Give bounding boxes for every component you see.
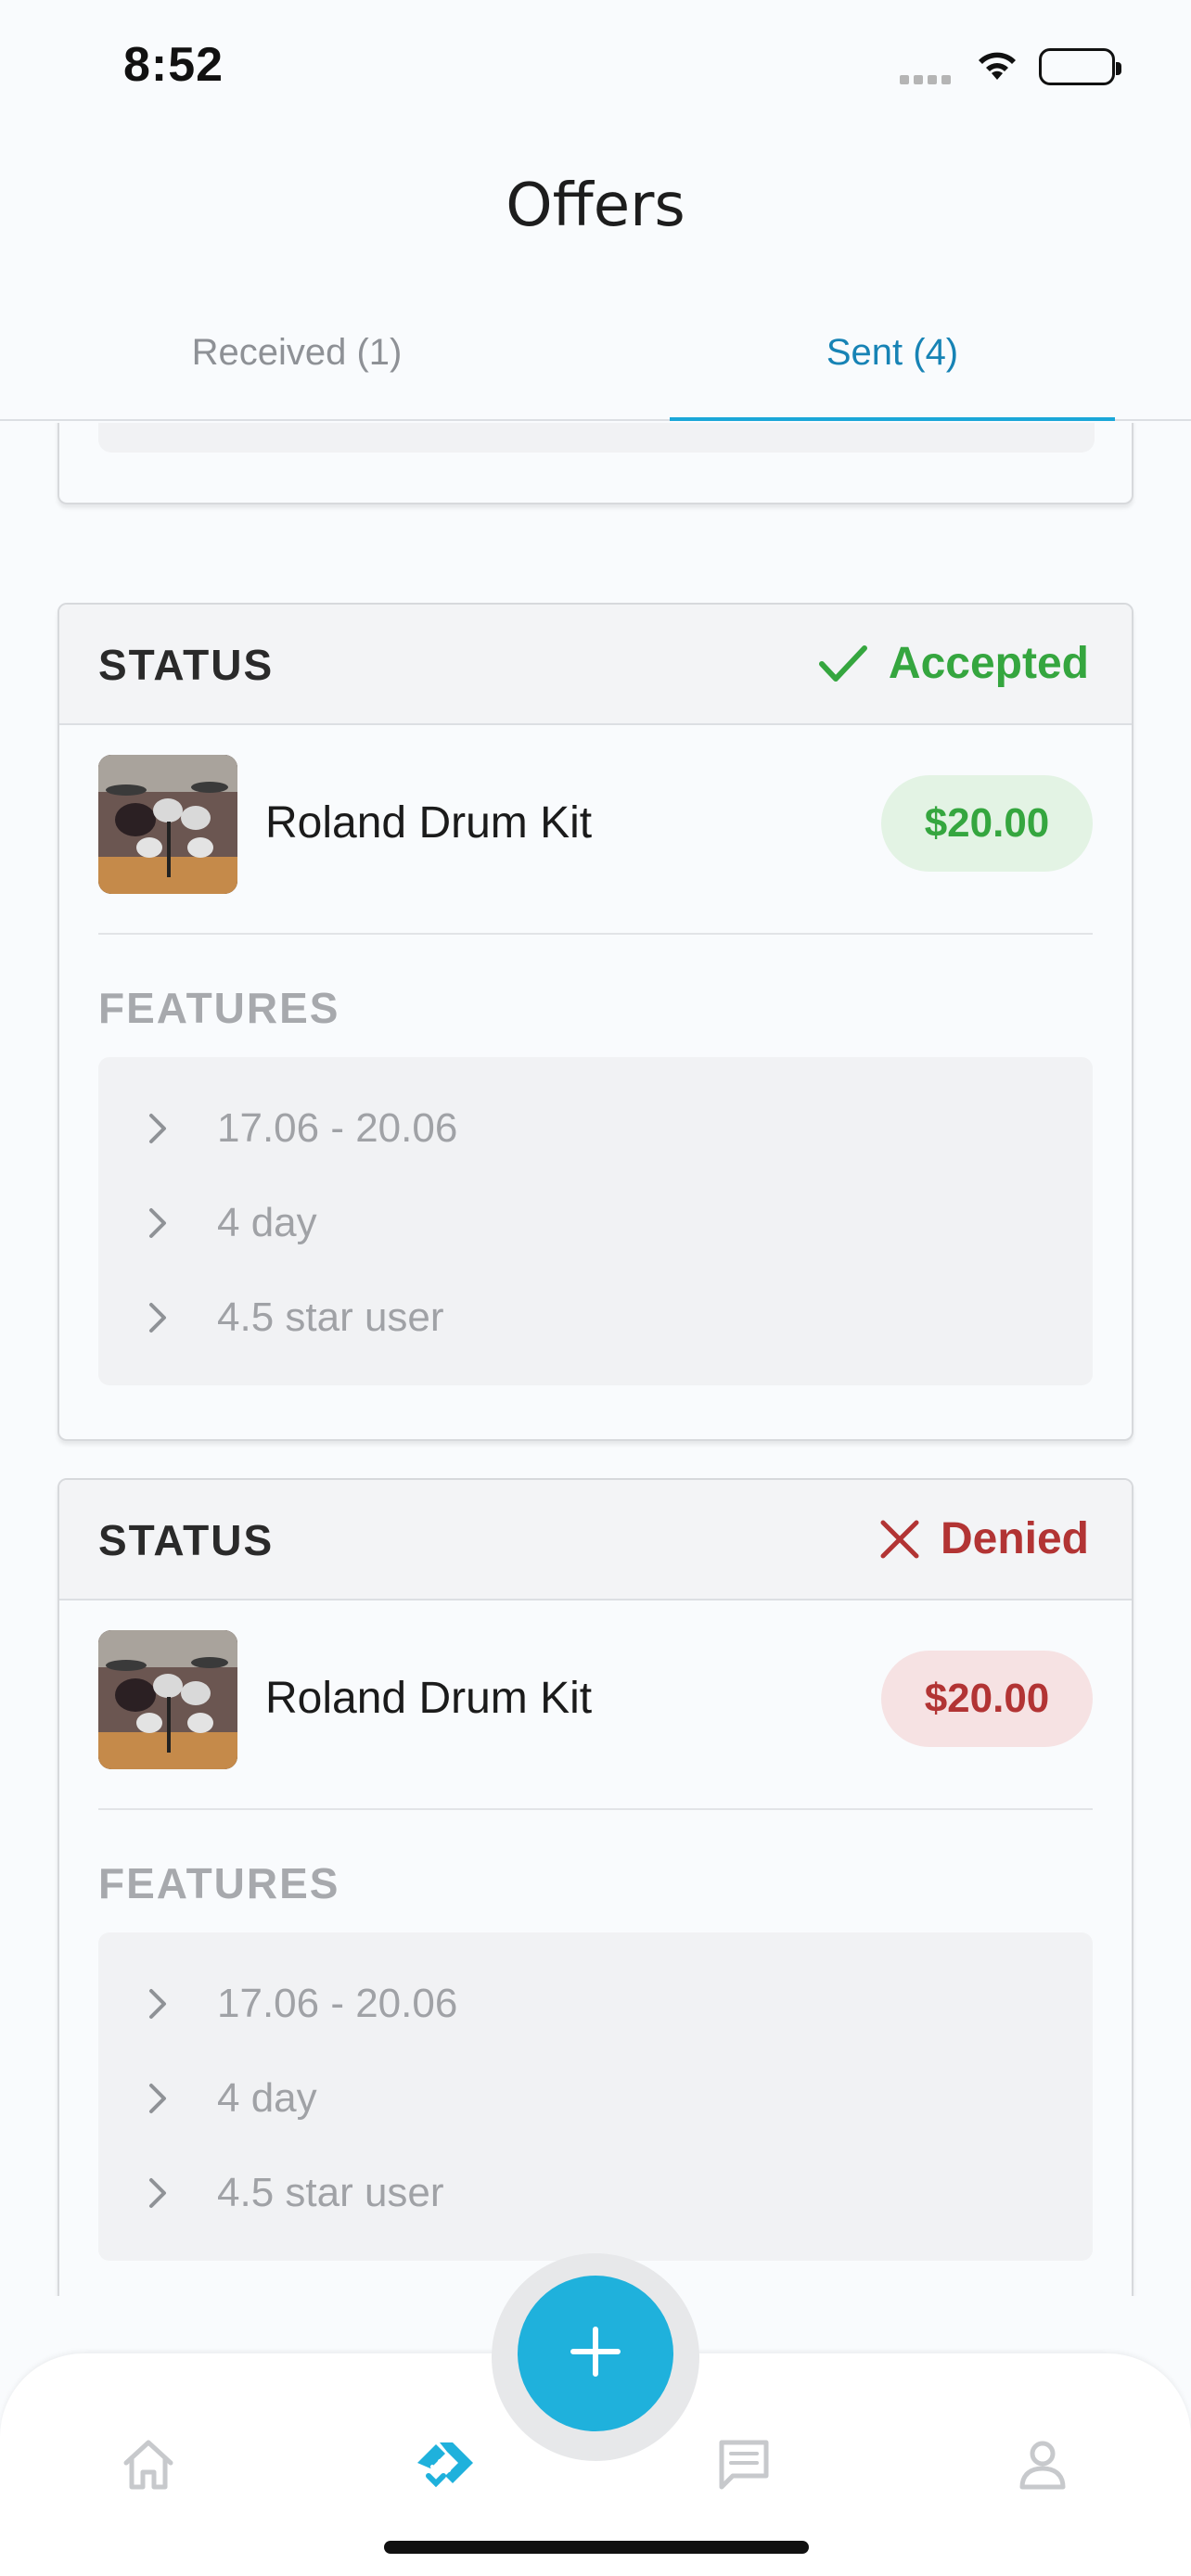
- feature-item: 17.06 - 20.06: [98, 1957, 1093, 2051]
- status-value: Denied: [879, 1513, 1089, 1564]
- chevron-right-icon: [147, 1112, 174, 1145]
- item-name: Roland Drum Kit: [265, 1674, 593, 1723]
- item-name: Roland Drum Kit: [265, 798, 593, 848]
- features-list: 17.06 - 20.06 4 day 4.5 star user: [98, 1932, 1093, 2261]
- chevron-right-icon: [147, 1987, 174, 2021]
- feature-item: 4.5 star user: [98, 1270, 1093, 1365]
- chevron-right-icon: [147, 1301, 174, 1334]
- check-icon: [818, 644, 868, 684]
- offer-card[interactable]: STATUS Accepted Roland Drum Kit $20.00 F…: [58, 603, 1133, 1441]
- nav-messages[interactable]: [707, 2429, 781, 2504]
- feature-text: 4 day: [217, 1200, 317, 1245]
- wifi-icon: [974, 46, 1020, 88]
- nav-profile[interactable]: [1005, 2429, 1080, 2504]
- close-icon: [879, 1519, 920, 1560]
- page-title: Offers: [506, 172, 685, 240]
- status-bar: 8:52: [0, 0, 1191, 130]
- offer-item-row[interactable]: Roland Drum Kit $20.00: [98, 1600, 1093, 1810]
- status-value: Accepted: [818, 638, 1089, 689]
- offer-item-row[interactable]: Roland Drum Kit $20.00: [98, 725, 1093, 935]
- status-time: 8:52: [123, 38, 224, 92]
- tab-sent[interactable]: Sent (4): [670, 315, 1115, 421]
- add-offer-button[interactable]: [518, 2276, 673, 2431]
- signal-icon: [900, 72, 957, 84]
- status-label: STATUS: [98, 1516, 275, 1564]
- status-text: Denied: [940, 1514, 1089, 1563]
- feature-text: 17.06 - 20.06: [217, 1981, 458, 2026]
- chevron-right-icon: [147, 1206, 174, 1240]
- offer-card[interactable]: STATUS Denied Roland Drum Kit $20.00 FEA…: [58, 1478, 1133, 2296]
- item-thumbnail: [98, 1630, 237, 1769]
- home-icon: [119, 2435, 178, 2499]
- features-list: 17.06 - 20.06 4 day 4.5 star user: [98, 1057, 1093, 1385]
- plus-icon: [568, 2324, 623, 2384]
- offer-card-partial[interactable]: [58, 423, 1133, 504]
- feature-item: 4 day: [98, 2051, 1093, 2146]
- chevron-right-icon: [147, 2082, 174, 2115]
- feature-item: 4 day: [98, 1176, 1093, 1270]
- offer-status-header: STATUS Denied: [59, 1480, 1132, 1600]
- feature-text: 17.06 - 20.06: [217, 1105, 458, 1151]
- features-title: FEATURES: [98, 1859, 340, 1907]
- offers-list[interactable]: STATUS Accepted Roland Drum Kit $20.00 F…: [0, 423, 1191, 2296]
- chat-icon: [714, 2435, 774, 2499]
- status-label: STATUS: [98, 641, 275, 689]
- nav-home[interactable]: [111, 2429, 186, 2504]
- feature-text: 4.5 star user: [217, 2170, 444, 2215]
- features-box-partial: [98, 423, 1095, 453]
- chevron-right-icon: [147, 2176, 174, 2210]
- feature-text: 4 day: [217, 2075, 317, 2121]
- offers-tabs: Received (1) Sent (4): [0, 315, 1191, 421]
- active-tab-indicator: [670, 417, 1115, 421]
- battery-icon: [1039, 48, 1121, 85]
- price-badge: $20.00: [881, 1651, 1093, 1747]
- offer-status-header: STATUS Accepted: [59, 605, 1132, 725]
- feature-item: 17.06 - 20.06: [98, 1081, 1093, 1176]
- features-title: FEATURES: [98, 984, 340, 1032]
- status-text: Accepted: [888, 639, 1089, 688]
- home-indicator: [384, 2541, 809, 2554]
- item-thumbnail: [98, 755, 237, 894]
- tab-sent-label: Sent (4): [826, 332, 959, 373]
- feature-item: 4.5 star user: [98, 2146, 1093, 2240]
- tab-received[interactable]: Received (1): [37, 315, 557, 419]
- handshake-icon: [412, 2435, 479, 2499]
- feature-text: 4.5 star user: [217, 1294, 444, 1340]
- nav-offers[interactable]: [408, 2429, 482, 2504]
- profile-icon: [1013, 2435, 1072, 2499]
- price-badge: $20.00: [881, 775, 1093, 872]
